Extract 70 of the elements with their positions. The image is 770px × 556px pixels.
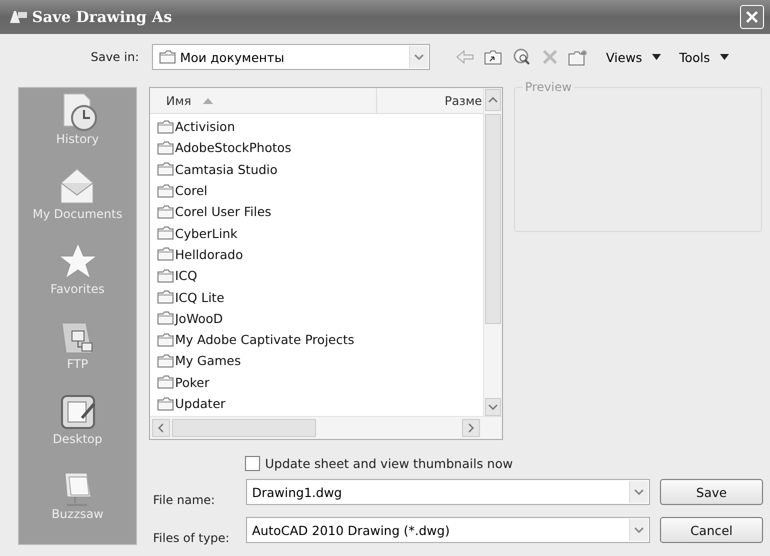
checkbox[interactable] <box>245 456 260 471</box>
folder-name[interactable]: AdobeStockPhotos <box>175 140 292 156</box>
preview-label: Preview <box>523 80 574 94</box>
folder-icon <box>157 226 174 240</box>
scroll-up-icon[interactable] <box>488 97 498 103</box>
folder-icon <box>157 311 174 326</box>
file-name-field[interactable]: Drawing1.dwg <box>246 479 650 505</box>
save-in-dropdown[interactable]: Мои документы <box>152 44 430 70</box>
folder-icon <box>157 332 174 347</box>
folder-name[interactable]: Poker <box>175 374 210 390</box>
folder-icon <box>157 247 174 262</box>
folder-name[interactable]: ICQ <box>175 268 198 284</box>
save-in-label: Save in: <box>90 50 139 64</box>
folder-name[interactable]: Activision <box>175 119 236 134</box>
folder-icon <box>157 290 174 304</box>
folder-name[interactable]: ICQ Lite <box>175 290 224 305</box>
scroll-down-icon[interactable] <box>488 404 498 410</box>
close-icon <box>745 10 759 24</box>
place-label: History <box>56 132 99 146</box>
cancel-button[interactable]: Cancel <box>660 517 763 543</box>
folder-icon <box>159 50 176 64</box>
back-arrow-icon[interactable] <box>456 50 474 64</box>
caret-icon[interactable] <box>720 54 729 60</box>
file-name-label: File name: <box>152 493 216 507</box>
menu-button[interactable]: Tools <box>679 50 710 64</box>
folder-icon <box>157 268 174 283</box>
menu-button[interactable]: Views <box>606 50 642 64</box>
folder-name[interactable]: Corel User Files <box>175 204 272 220</box>
place-label: Desktop <box>52 432 102 446</box>
folder-name[interactable]: CyberLink <box>175 226 238 241</box>
folder-icon <box>157 184 174 198</box>
column-header[interactable]: Разме <box>377 88 484 113</box>
autocad-app-icon <box>8 9 28 25</box>
close-button[interactable] <box>740 5 764 29</box>
place-label: My Documents <box>32 207 122 221</box>
file-type-dropdown[interactable]: AutoCAD 2010 Drawing (*.dwg) <box>246 517 650 543</box>
chevron-down-icon[interactable] <box>634 526 644 534</box>
place-label: FTP <box>66 357 88 371</box>
place-label: Favorites <box>50 282 105 296</box>
vertical-scrollbar[interactable] <box>483 88 502 417</box>
chevron-down-icon[interactable] <box>634 488 644 496</box>
caret-icon[interactable] <box>652 54 662 60</box>
column-header[interactable]: Имя <box>150 88 377 113</box>
horizontal-scrollbar[interactable] <box>150 416 502 439</box>
search-icon[interactable] <box>512 48 532 66</box>
scroll-right-icon[interactable] <box>468 423 474 433</box>
folder-icon <box>157 162 174 176</box>
folder-icon <box>157 396 174 410</box>
folder-icon <box>157 140 174 155</box>
folder-icon <box>157 354 174 368</box>
window-title: Save Drawing As <box>32 8 173 26</box>
scroll-left-icon[interactable] <box>158 423 164 433</box>
new-folder-icon[interactable] <box>568 48 588 66</box>
folder-name[interactable]: Camtasia Studio <box>175 162 278 177</box>
place-label: Buzzsaw <box>52 507 104 521</box>
folder-name[interactable]: JoWooD <box>175 310 223 326</box>
up-folder-icon[interactable] <box>484 50 502 64</box>
folder-name[interactable]: My Games <box>175 353 241 368</box>
sort-ascending-icon <box>203 98 214 104</box>
folder-icon <box>157 375 174 390</box>
folder-icon <box>157 204 174 219</box>
save-button[interactable]: Save <box>660 479 763 505</box>
checkbox-label: Update sheet and view thumbnails now <box>265 456 513 471</box>
folder-name[interactable]: Corel <box>175 183 208 198</box>
folder-name[interactable]: Updater <box>175 396 226 411</box>
folder-name[interactable]: Helldorado <box>175 246 243 262</box>
folder-icon <box>157 120 174 134</box>
chevron-down-icon[interactable] <box>414 53 424 61</box>
file-type-label: Files of type: <box>152 531 230 545</box>
folder-name[interactable]: My Adobe Captivate Projects <box>175 332 354 348</box>
